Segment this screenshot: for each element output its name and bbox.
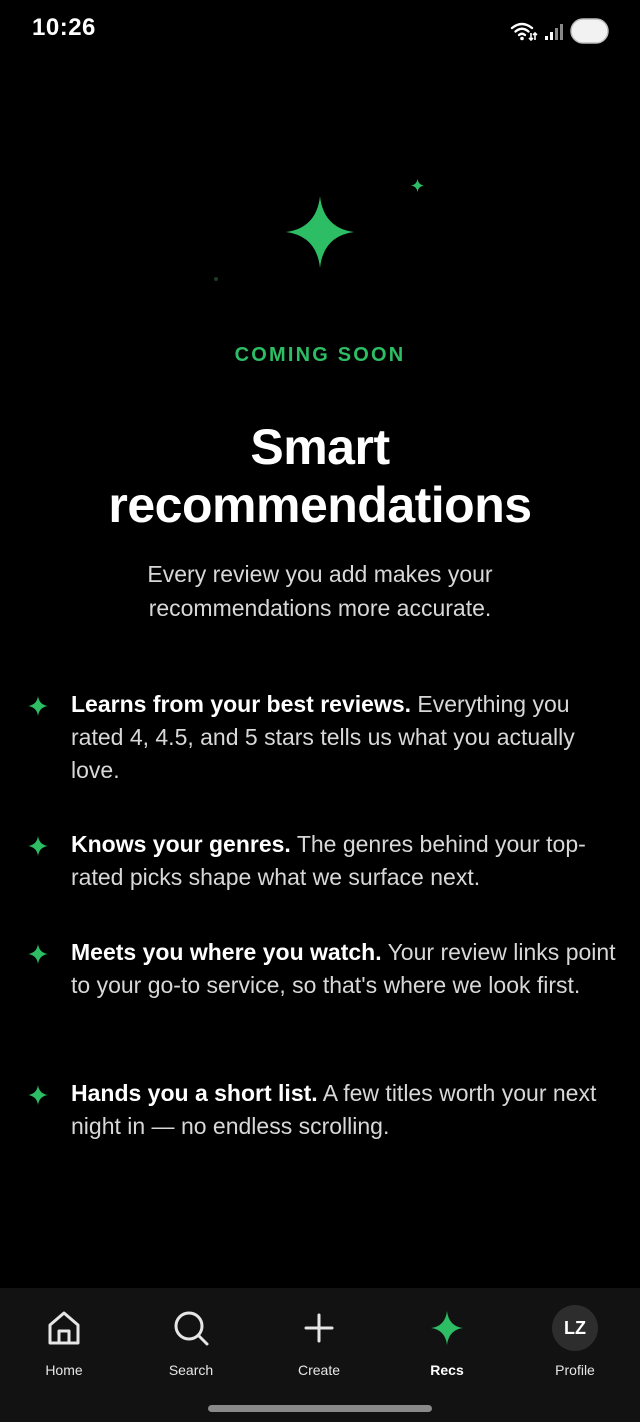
- home-indicator[interactable]: [208, 1405, 432, 1412]
- battery-icon: [570, 18, 610, 44]
- status-bar: 10:26: [0, 0, 640, 60]
- nav-label-recs: Recs: [430, 1362, 464, 1378]
- home-icon: [48, 1311, 80, 1345]
- tiny-sparkle-icon: [411, 179, 424, 192]
- nav-item-home[interactable]: Home: [14, 1308, 114, 1388]
- title-line-2: recommendations: [108, 477, 532, 533]
- signal-icon: [544, 21, 564, 41]
- nav-item-profile[interactable]: LZ Profile: [525, 1305, 625, 1388]
- page-subtitle: Every review you add makes your recommen…: [60, 557, 580, 625]
- nav-label-search: Search: [168, 1362, 214, 1378]
- nav-item-recs[interactable]: Recs: [397, 1308, 497, 1388]
- nav-label-home: Home: [45, 1362, 83, 1378]
- nav-item-search[interactable]: Search: [141, 1308, 241, 1388]
- feature-text: Learns from your best reviews. Everythin…: [71, 688, 618, 787]
- plus-icon: [304, 1313, 334, 1343]
- feature-text: Knows your genres. The genres behind you…: [71, 828, 618, 894]
- feature-title: Learns from your best reviews.: [71, 691, 412, 717]
- feature-title: Hands you a short list.: [71, 1080, 318, 1106]
- page-title: Smart recommendations: [20, 418, 620, 534]
- sparkle-bullet-icon: [28, 836, 48, 856]
- wifi-icon: [510, 20, 538, 42]
- coming-soon-label: COMING SOON: [234, 344, 406, 366]
- sparkle-icon: [286, 196, 354, 268]
- status-time: 10:26: [32, 14, 96, 41]
- bottom-nav: Home Search Create Recs LZ Profile: [0, 1288, 640, 1422]
- feature-text: Meets you where you watch. Your review l…: [71, 936, 618, 1002]
- feature-title: Meets you where you watch.: [71, 939, 382, 965]
- nav-label-create: Create: [297, 1362, 341, 1378]
- sparkle-bullet-icon: [28, 944, 48, 964]
- sparkle-icon: [431, 1311, 463, 1345]
- status-icons: [510, 16, 610, 46]
- feature-text: Hands you a short list. A few titles wor…: [71, 1077, 618, 1143]
- decorative-dot: [214, 277, 218, 281]
- nav-item-create[interactable]: Create: [269, 1308, 369, 1388]
- nav-label-profile: Profile: [555, 1362, 595, 1378]
- avatar: LZ: [552, 1305, 598, 1351]
- feature-title: Knows your genres.: [71, 831, 291, 857]
- sparkle-bullet-icon: [28, 696, 48, 716]
- sparkle-bullet-icon: [28, 1085, 48, 1105]
- subtitle-line-1: Every review you add makes your: [147, 561, 493, 587]
- title-line-1: Smart: [250, 419, 390, 475]
- search-icon: [174, 1311, 209, 1346]
- subtitle-line-2: recommendations more accurate.: [148, 595, 492, 621]
